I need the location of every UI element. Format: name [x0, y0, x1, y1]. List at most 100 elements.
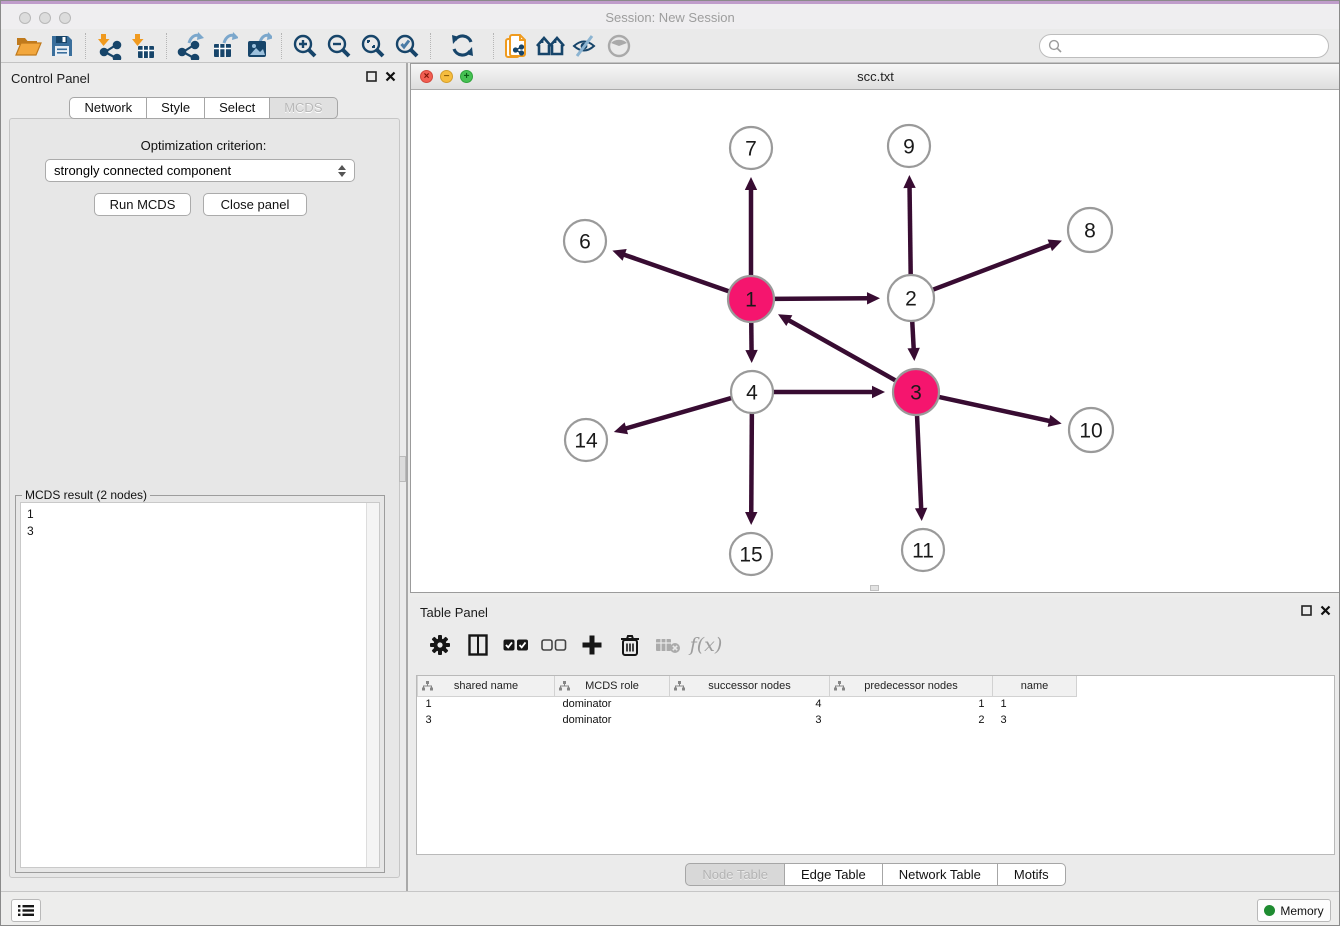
network-node-14[interactable]: 14 — [565, 419, 607, 461]
duplicate-network-button[interactable] — [500, 31, 534, 61]
node-table-area[interactable]: shared name MCDS role successor nodes pr… — [416, 675, 1335, 855]
edge-3-11[interactable] — [915, 413, 927, 521]
column-header-successor-nodes[interactable]: successor nodes — [670, 676, 830, 696]
hide-selected-button[interactable] — [568, 31, 602, 61]
column-header-mcds-role[interactable]: MCDS role — [555, 676, 670, 696]
table-row[interactable]: 3dominator323 — [418, 712, 1077, 728]
add-row-button[interactable] — [576, 629, 608, 661]
table-cell[interactable]: 3 — [993, 712, 1077, 728]
import-network-button[interactable] — [92, 31, 126, 61]
network-node-6[interactable]: 6 — [564, 220, 606, 262]
table-cell[interactable]: 1 — [418, 696, 555, 712]
edge-1-4[interactable] — [745, 320, 757, 363]
task-history-button[interactable] — [11, 899, 41, 922]
zoom-fit-button[interactable] — [356, 31, 390, 61]
column-selector-button[interactable] — [462, 629, 494, 661]
edge-4-15[interactable] — [745, 411, 757, 525]
tab-style[interactable]: Style — [147, 97, 205, 119]
tab-mcds[interactable]: MCDS — [270, 97, 337, 119]
edge-3-1[interactable] — [778, 314, 898, 381]
network-node-10[interactable]: 10 — [1069, 408, 1113, 452]
network-node-9[interactable]: 9 — [888, 125, 930, 167]
tab-node-table[interactable]: Node Table — [685, 863, 785, 886]
close-panel-icon[interactable] — [385, 71, 396, 82]
tab-motifs[interactable]: Motifs — [998, 863, 1066, 886]
zoom-selected-button[interactable] — [390, 31, 424, 61]
network-node-15[interactable]: 15 — [730, 533, 772, 575]
tab-network-table[interactable]: Network Table — [883, 863, 998, 886]
select-all-button[interactable] — [500, 629, 532, 661]
search-input[interactable] — [1062, 36, 1328, 56]
edge-arrowhead — [867, 292, 880, 304]
home-view-button[interactable] — [534, 31, 568, 61]
function-builder-button[interactable]: f(x) — [690, 629, 722, 661]
hierarchy-icon — [422, 681, 433, 691]
edge-4-14[interactable] — [614, 397, 734, 434]
network-node-7[interactable]: 7 — [730, 127, 772, 169]
column-header-predecessor-nodes[interactable]: predecessor nodes — [830, 676, 993, 696]
table-cell[interactable]: 2 — [830, 712, 993, 728]
network-canvas[interactable]: 7 9 6 8 1 2 4 3 14 10 15 11 — [411, 90, 1340, 592]
tab-edge-table[interactable]: Edge Table — [785, 863, 883, 886]
zoom-out-button[interactable] — [322, 31, 356, 61]
tab-network[interactable]: Network — [69, 97, 147, 119]
edge-1-2[interactable] — [772, 292, 880, 304]
edge-2-8[interactable] — [931, 239, 1062, 290]
network-resize-grip[interactable] — [870, 585, 879, 591]
table-cell[interactable]: 1 — [830, 696, 993, 712]
deselect-all-button[interactable] — [538, 629, 570, 661]
network-node-1[interactable]: 1 — [728, 276, 774, 322]
network-node-3[interactable]: 3 — [893, 369, 939, 415]
close-panel-button[interactable]: Close panel — [203, 193, 307, 216]
network-window-titlebar[interactable]: × − + scc.txt — [411, 64, 1340, 90]
table-cell[interactable]: 3 — [670, 712, 830, 728]
network-node-2[interactable]: 2 — [888, 275, 934, 321]
export-network-button[interactable] — [173, 31, 207, 61]
table-settings-button[interactable] — [424, 629, 456, 661]
export-image-button[interactable] — [241, 31, 275, 61]
table-cell[interactable]: 3 — [418, 712, 555, 728]
edge-arrowhead — [907, 348, 919, 361]
refresh-layout-button[interactable] — [445, 31, 479, 61]
column-header-name[interactable]: name — [993, 676, 1077, 696]
edge-2-3[interactable] — [907, 319, 919, 361]
zoom-in-button[interactable] — [288, 31, 322, 61]
panel-divider-grip[interactable] — [399, 456, 406, 482]
mcds-result-area[interactable]: 1 3 — [20, 502, 380, 868]
column-label: MCDS role — [585, 680, 639, 692]
result-scrollbar[interactable] — [366, 503, 379, 867]
float-table-panel-icon[interactable] — [1301, 605, 1312, 616]
table-cell[interactable]: dominator — [555, 712, 670, 728]
network-node-11[interactable]: 11 — [902, 529, 944, 571]
table-row[interactable]: 1dominator411 — [418, 696, 1077, 712]
run-mcds-button[interactable]: Run MCDS — [94, 193, 191, 216]
export-table-button[interactable] — [207, 31, 241, 61]
open-session-button[interactable] — [11, 31, 45, 61]
column-header-shared-name[interactable]: shared name — [418, 676, 555, 696]
float-panel-icon[interactable] — [366, 71, 377, 82]
save-session-button[interactable] — [45, 31, 79, 61]
criterion-dropdown[interactable]: strongly connected component — [45, 159, 355, 182]
edge-1-6[interactable] — [612, 249, 731, 292]
edge-2-9[interactable] — [903, 175, 915, 277]
tab-select[interactable]: Select — [205, 97, 270, 119]
window-titlebar: Session: New Session — [1, 1, 1339, 29]
edge-arrowhead — [745, 350, 757, 363]
table-cell[interactable]: 4 — [670, 696, 830, 712]
memory-button[interactable]: Memory — [1257, 899, 1331, 922]
network-node-4[interactable]: 4 — [731, 371, 773, 413]
search-field[interactable] — [1039, 34, 1329, 58]
show-all-button[interactable] — [602, 31, 636, 61]
delete-table-button[interactable] — [652, 629, 684, 661]
edge-arrowhead — [872, 386, 885, 398]
delete-row-button[interactable] — [614, 629, 646, 661]
import-table-button[interactable] — [126, 31, 160, 61]
edge-3-10[interactable] — [937, 396, 1062, 426]
table-cell[interactable]: 1 — [993, 696, 1077, 712]
close-table-panel-icon[interactable] — [1320, 605, 1331, 616]
network-node-8[interactable]: 8 — [1068, 208, 1112, 252]
table-cell[interactable]: dominator — [555, 696, 670, 712]
network-title: scc.txt — [411, 69, 1340, 84]
edge-4-3[interactable] — [771, 386, 885, 398]
edge-1-7[interactable] — [745, 177, 757, 278]
